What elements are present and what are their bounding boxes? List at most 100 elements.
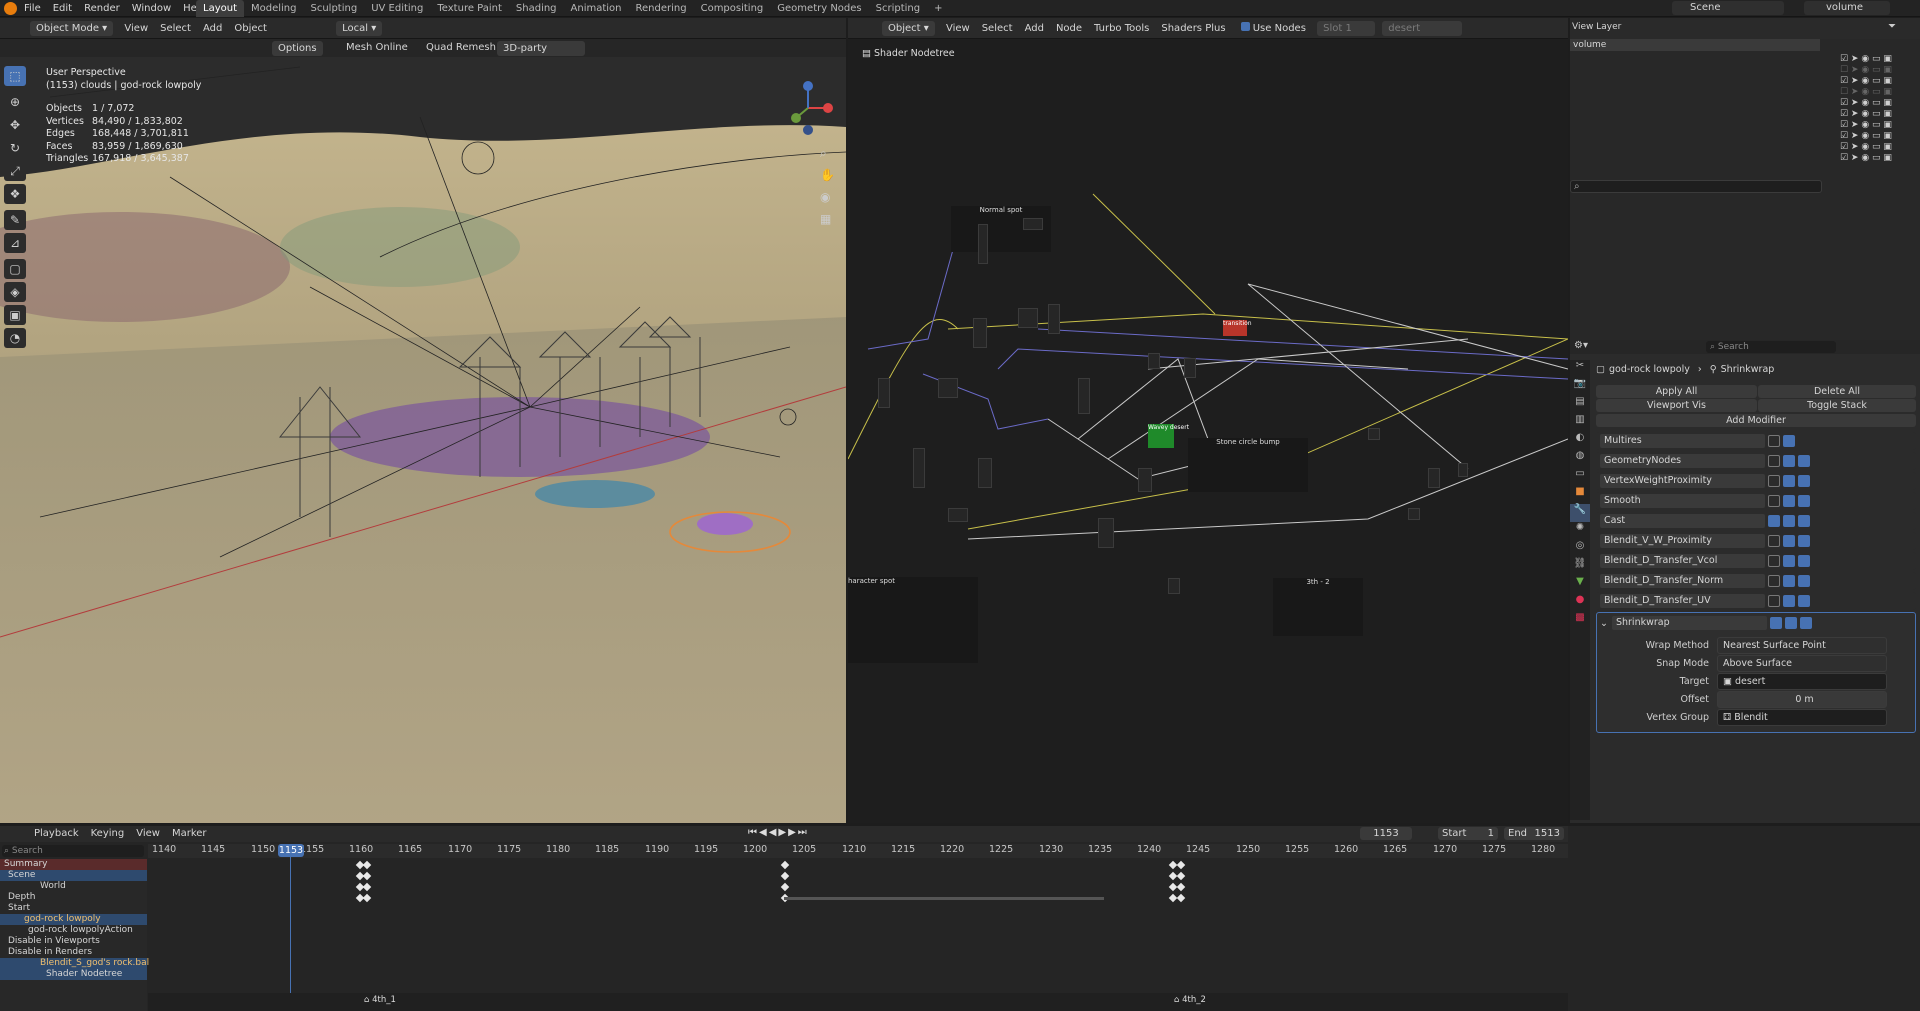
select-box-tool-icon[interactable]: ⬚ — [4, 66, 26, 86]
menu-select[interactable]: Select — [160, 18, 191, 39]
collapse-chevron-icon[interactable]: ⌄ — [1600, 618, 1608, 629]
slot-dropdown[interactable]: Slot 1 — [1317, 21, 1376, 36]
add-modifier-button[interactable]: Add Modifier — [1596, 414, 1916, 427]
render-icon[interactable] — [1798, 455, 1810, 467]
menu-shaders-plus[interactable]: Shaders Plus — [1161, 18, 1225, 39]
outliner[interactable]: View Layer ⏷ volume ☑ ➤ ◉ ▭ ▣ ☐ ➤ ◉ ▭ ▣ … — [1570, 18, 1920, 340]
render-icon[interactable] — [1798, 495, 1810, 507]
frame-character-spot[interactable]: haracter spot — [848, 577, 978, 663]
delete-all-button[interactable]: Delete All — [1758, 385, 1916, 398]
menu-file[interactable]: File — [24, 3, 41, 14]
mode-dropdown[interactable]: Object Mode ▾ — [30, 21, 114, 36]
keyframe[interactable] — [362, 893, 372, 903]
shader-node[interactable] — [978, 224, 988, 264]
modifier-blendit-d-transfer-uv[interactable]: Blendit_D_Transfer_UV — [1596, 592, 1916, 610]
menu-turbo-tools[interactable]: Turbo Tools — [1094, 18, 1149, 39]
measure-tool-icon[interactable]: ⊿ — [4, 233, 26, 253]
shader-node[interactable] — [973, 318, 987, 348]
channel-action[interactable]: god-rock lowpolyAction — [0, 925, 147, 936]
shader-node[interactable] — [1168, 578, 1180, 594]
render-tab-icon[interactable]: 📷 — [1570, 378, 1590, 396]
render-icon[interactable] — [1798, 535, 1810, 547]
frame-ruler[interactable]: 1140 1145 1150 1155 1160 1165 1170 1175 1180 1185… — [148, 844, 1568, 858]
start-frame-field[interactable]: Start 1 — [1438, 827, 1498, 840]
frame-wavey-desert[interactable]: Wavey desert — [1148, 424, 1189, 448]
modifier-toggle-icon[interactable] — [1768, 455, 1780, 467]
visibility-icon[interactable] — [1784, 617, 1797, 629]
shader-node-editor[interactable]: Object ▾ View Select Add Node Turbo Tools Sha… — [848, 18, 1568, 823]
box-tool-icon[interactable]: ▣ — [4, 305, 26, 325]
channel-depth[interactable]: Depth — [0, 892, 147, 903]
modifier-cast[interactable]: Cast — [1596, 512, 1916, 530]
keyframe[interactable] — [362, 871, 372, 881]
modifier-blendit-d-transfer-vcol[interactable]: Blendit_D_Transfer_Vcol — [1596, 552, 1916, 570]
modifier-toggle-icon[interactable] — [1768, 535, 1780, 547]
shader-node[interactable] — [1428, 468, 1440, 488]
frame-3th-2[interactable]: 3th - 2 — [1273, 578, 1363, 636]
modifier-toggle-icon[interactable] — [1768, 595, 1780, 607]
toggle-stack-button[interactable]: Toggle Stack — [1758, 399, 1916, 412]
visibility-icon[interactable] — [1783, 555, 1795, 567]
menu-node[interactable]: Node — [1056, 18, 1082, 39]
apply-all-button[interactable]: Apply All — [1596, 385, 1757, 398]
grid-toggle-icon[interactable]: ▦ — [820, 212, 838, 234]
modifier-toggle-icon[interactable] — [1768, 575, 1780, 587]
add-workspace-button[interactable]: + — [927, 0, 949, 17]
visibility-icon[interactable] — [1783, 515, 1795, 527]
visibility-icon[interactable] — [1783, 535, 1795, 547]
toggle-row[interactable]: ☑ ➤ ◉ ▭ ▣ — [1840, 153, 1916, 164]
shape-tool-icon[interactable]: ◈ — [4, 282, 26, 302]
curve-tool-icon[interactable]: ◔ — [4, 328, 26, 348]
transform-tool-icon[interactable]: ❖ — [4, 184, 26, 204]
scene-selector[interactable]: Scene — [1672, 1, 1784, 15]
shader-node[interactable] — [948, 508, 968, 522]
keyframe[interactable] — [780, 860, 790, 870]
wrap-method-dropdown[interactable]: Nearest Surface Point — [1717, 636, 1887, 654]
tab-sculpting[interactable]: Sculpting — [304, 0, 365, 17]
toggle-row[interactable]: ☑ ➤ ◉ ▭ ▣ — [1840, 120, 1916, 131]
current-frame-field[interactable]: 1153 — [1360, 827, 1412, 840]
menu-view[interactable]: View — [946, 18, 970, 39]
keyframe[interactable] — [1176, 860, 1186, 870]
end-frame-field[interactable]: End 1513 — [1504, 827, 1564, 840]
menu-object[interactable]: Object — [234, 18, 267, 39]
move-tool-icon[interactable]: ✥ — [4, 115, 26, 135]
viewport-vis-button[interactable]: Viewport Vis — [1596, 399, 1757, 412]
channel-world[interactable]: World — [0, 881, 147, 892]
keyframe[interactable] — [780, 871, 790, 881]
properties-search-input[interactable]: ⌕ Search — [1706, 341, 1836, 353]
shader-node[interactable] — [1098, 518, 1114, 548]
visibility-icon[interactable] — [1783, 595, 1795, 607]
shader-node[interactable] — [1023, 218, 1043, 230]
toggle-row[interactable]: ☑ ➤ ◉ ▭ ▣ — [1840, 76, 1916, 87]
cursor-tool-icon[interactable]: ⊕ — [4, 92, 26, 112]
modifier-blendit-v-w-proximity[interactable]: Blendit_V_W_Proximity — [1596, 532, 1916, 550]
offset-field[interactable]: 0 m — [1717, 690, 1887, 708]
use-nodes-checkbox[interactable]: Use Nodes — [1240, 18, 1306, 39]
toggle-row[interactable]: ☑ ➤ ◉ ▭ ▣ — [1840, 142, 1916, 153]
modifier-toggle-icon[interactable] — [1768, 475, 1780, 487]
rotate-tool-icon[interactable]: ↻ — [4, 138, 26, 158]
annotate-tool-icon[interactable]: ✎ — [4, 210, 26, 230]
render-icon[interactable] — [1798, 475, 1810, 487]
shader-type-dropdown[interactable]: Object ▾ — [882, 21, 935, 36]
tab-layout[interactable]: Layout — [196, 0, 244, 17]
channel-disable-viewports[interactable]: Disable in Viewports — [0, 936, 147, 947]
channel-scene[interactable]: Scene — [0, 870, 147, 881]
tab-compositing[interactable]: Compositing — [694, 0, 771, 17]
menu-marker[interactable]: Marker — [172, 826, 207, 842]
channel-shader-nodetree[interactable]: Shader Nodetree — [0, 969, 147, 980]
modifier-multires[interactable]: Multires — [1596, 432, 1916, 450]
snap-mode-dropdown[interactable]: Above Surface — [1717, 654, 1887, 672]
frame-transition[interactable]: transition — [1223, 320, 1252, 336]
tab-scripting[interactable]: Scripting — [869, 0, 927, 17]
properties-editor[interactable]: ⚙▾ ⌕ Search ✂ 📷 ▤ ▥ ◐ ◍ ▭ ■ 🔧 ✺ ◎ ⛓ ▼ ● … — [1570, 340, 1920, 823]
menu-edit[interactable]: Edit — [53, 3, 72, 14]
keyframe[interactable] — [1176, 871, 1186, 881]
tab-texture-paint[interactable]: Texture Paint — [430, 0, 509, 17]
keyframe[interactable] — [1176, 882, 1186, 892]
channel-summary[interactable]: Summary — [0, 859, 147, 870]
blender-logo-icon[interactable] — [4, 2, 17, 15]
shader-node[interactable] — [878, 378, 890, 408]
filter-icon[interactable]: ⏷ — [1888, 21, 1896, 32]
